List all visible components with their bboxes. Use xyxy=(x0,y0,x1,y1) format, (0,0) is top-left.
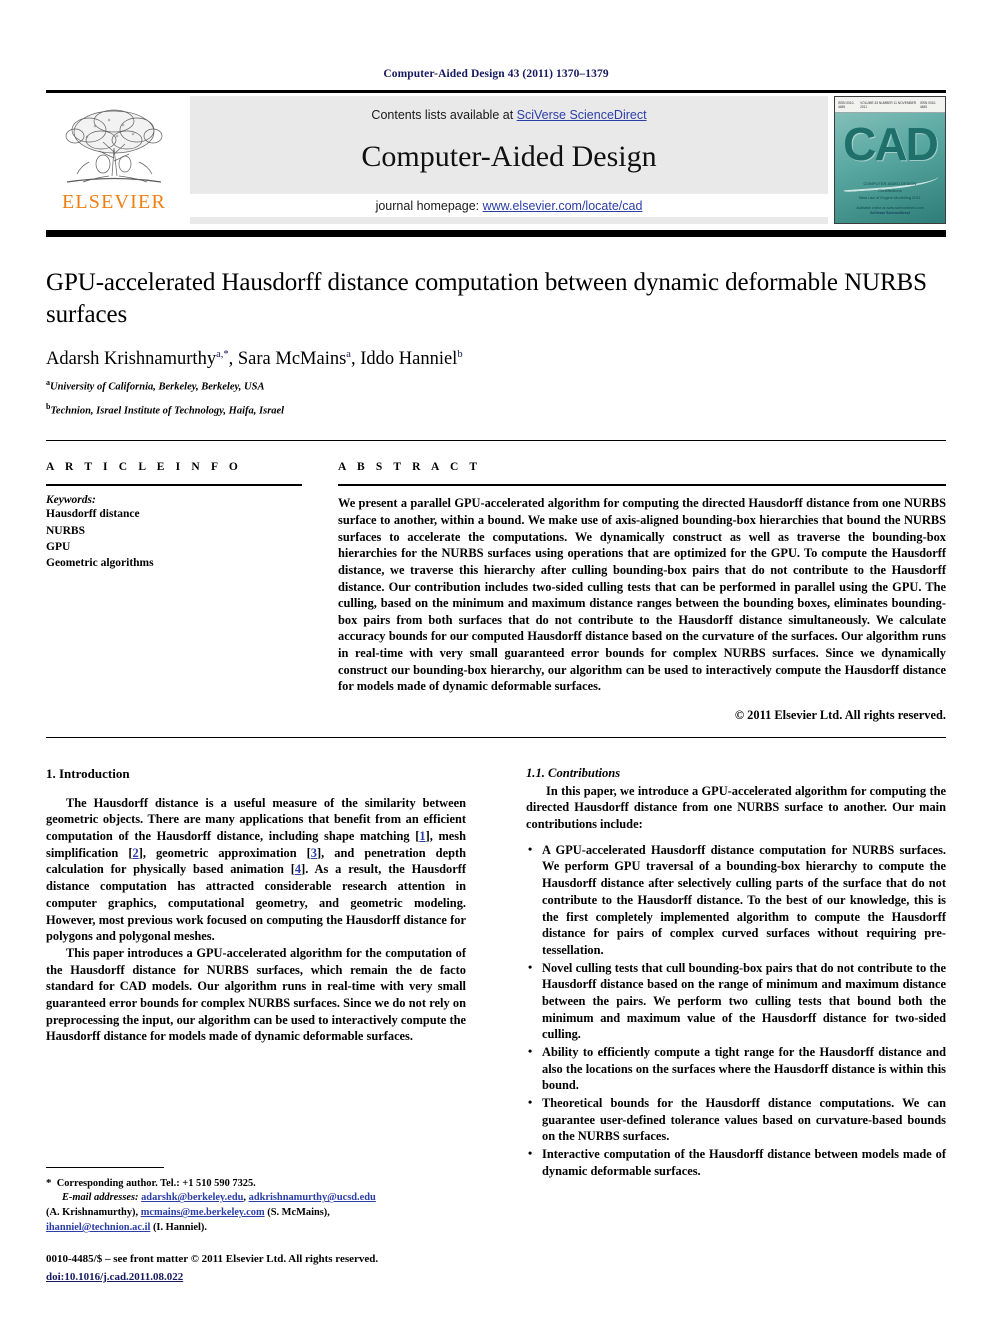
cover-footer-block: Available online at www.sciencedirect.co… xyxy=(835,206,945,218)
abstract-heading: A B S T R A C T xyxy=(338,461,482,474)
article-info-column: A R T I C L E I N F O Keywords: Hausdorf… xyxy=(46,461,302,722)
email-link-adkrishnamurthy[interactable]: adkrishnamurthy@ucsd.edu xyxy=(249,1192,376,1203)
body-columns: 1. Introduction The Hausdorff distance i… xyxy=(46,766,946,1180)
affiliation-text: Technion, Israel Institute of Technology… xyxy=(50,405,285,417)
author-name: Adarsh Krishnamurthy xyxy=(46,349,217,369)
list-item: A GPU-accelerated Hausdorff distance com… xyxy=(528,841,946,959)
footnote-star-mark: * xyxy=(46,1176,52,1189)
journal-masthead: ELSEVIER Contents lists available at Sci… xyxy=(46,96,946,224)
contents-prefix: Contents lists available at xyxy=(371,107,517,122)
elsevier-tree-icon xyxy=(65,109,163,183)
issn-footer-block: 0010-4485/$ – see front matter © 2011 El… xyxy=(46,1252,466,1285)
abstract-copyright: © 2011 Elsevier Ltd. All rights reserved… xyxy=(734,707,946,722)
section-heading-introduction: 1. Introduction xyxy=(46,765,130,781)
author-separator: , xyxy=(350,349,361,369)
abstract-text: We present a parallel GPU-accelerated al… xyxy=(338,496,946,694)
cover-cad-lettering: CAD xyxy=(843,118,939,170)
abstract-bottom-rule xyxy=(46,736,946,738)
cover-top-left: ISSN 0010-4485 xyxy=(838,100,855,109)
elsevier-logo: ELSEVIER xyxy=(46,96,182,224)
author-separator: , xyxy=(228,349,238,369)
issn-copyright-line: 0010-4485/$ – see front matter © 2011 El… xyxy=(46,1252,379,1265)
abstract-column: A B S T R A C T We present a parallel GP… xyxy=(338,461,946,722)
journal-homepage-link[interactable]: www.elsevier.com/locate/cad xyxy=(483,199,643,213)
cover-subtitle-block: COMPUTER-AIDED DESIGN Contributions Best… xyxy=(835,181,945,201)
paper-title: GPU-accelerated Hausdorff distance compu… xyxy=(46,269,927,328)
info-abstract-section: A R T I C L E I N F O Keywords: Hausdorf… xyxy=(46,461,946,722)
list-item: Theoretical bounds for the Hausdorff dis… xyxy=(528,1094,946,1145)
body-column-left: 1. Introduction The Hausdorff distance i… xyxy=(46,766,466,1180)
contents-available-line: Contents lists available at SciVerse Sci… xyxy=(371,108,646,122)
sciencedirect-link[interactable]: SciVerse ScienceDirect xyxy=(517,108,647,122)
email-link-mcmains[interactable]: mcmains@me.berkeley.com xyxy=(141,1207,265,1218)
intro-p1-part-c: ], geometric approximation [ xyxy=(138,845,311,860)
homepage-prefix: journal homepage: xyxy=(375,198,483,213)
masthead-center-panel: Contents lists available at SciVerse Sci… xyxy=(190,96,828,224)
article-info-rule xyxy=(46,484,302,487)
email-attribution-mcmains: (S. McMains), xyxy=(267,1207,330,1219)
doi-link[interactable]: doi:10.1016/j.cad.2011.08.022 xyxy=(46,1271,183,1283)
list-item: Interactive computation of the Hausdorff… xyxy=(528,1145,946,1179)
email-attrib-line-2: ihanniel@technion.ac.il (I. Hanniel). xyxy=(46,1221,466,1236)
author-affil-mark: b xyxy=(457,348,463,360)
running-head: Computer-Aided Design 43 (2011) 1370–137… xyxy=(383,68,609,80)
contributions-list: A GPU-accelerated Hausdorff distance com… xyxy=(526,841,946,1179)
author-name: Sara McMains xyxy=(237,349,347,369)
author-list: Adarsh Krishnamurthya,*, Sara McMainsa, … xyxy=(46,347,946,371)
cover-top-right: ISSN 0010-4485 xyxy=(919,100,937,109)
abstract-rule xyxy=(338,484,946,487)
cover-foot-line-2: SciVerse ScienceDirect xyxy=(870,211,910,216)
email-attrib-line-1: (A. Krishnamurthy), mcmains@me.berkeley.… xyxy=(46,1206,466,1221)
journal-cover-thumbnail: ISSN 0010-4485 VOLUME 43 NUMBER 11 NOVEM… xyxy=(834,96,946,224)
affiliation: bTechnion, Israel Institute of Technolog… xyxy=(46,401,946,419)
corresponding-author-note: * Corresponding author. Tel.: +1 510 590… xyxy=(46,1176,466,1192)
affiliation-text: University of California, Berkeley, Berk… xyxy=(50,381,265,393)
email-addresses-note: E-mail addresses: adarshk@berkeley.edu, … xyxy=(46,1191,466,1206)
email-attribution-krishnamurthy: (A. Krishnamurthy), xyxy=(46,1207,139,1219)
masthead-top-rule xyxy=(46,90,946,93)
journal-title: Computer-Aided Design xyxy=(361,139,657,173)
keyword-item: Hausdorff distance xyxy=(46,508,140,521)
email-attribution-hanniel: (I. Hanniel). xyxy=(152,1221,207,1233)
intro-p1-part-a: The Hausdorff distance is a useful measu… xyxy=(46,795,466,844)
email-addresses-label: E-mail addresses: xyxy=(62,1192,139,1204)
footnote-rule xyxy=(46,1166,164,1168)
cover-top-center: VOLUME 43 NUMBER 11 NOVEMBER 2011 xyxy=(860,100,917,109)
list-item: Novel culling tests that cull bounding-b… xyxy=(528,959,946,1043)
intro-paragraph-2: This paper introduces a GPU-accelerated … xyxy=(46,945,466,1044)
elsevier-wordmark: ELSEVIER xyxy=(61,191,167,213)
article-info-heading: A R T I C L E I N F O xyxy=(46,461,242,474)
footnote-area: * Corresponding author. Tel.: +1 510 590… xyxy=(46,1166,466,1285)
cover-sub-line-2: Contributions xyxy=(878,187,902,193)
intro-paragraph-1: The Hausdorff distance is a useful measu… xyxy=(46,795,466,945)
subsection-heading-contributions: 1.1. Contributions xyxy=(526,765,621,780)
body-column-right: 1.1. Contributions In this paper, we int… xyxy=(526,766,946,1180)
cover-sub-line-3: Best use of Engine Modelling 2011 xyxy=(859,194,921,200)
email-link-adarshk[interactable]: adarshk@berkeley.edu xyxy=(141,1192,243,1203)
keyword-item: GPU xyxy=(46,541,71,554)
corresponding-author-text: Corresponding author. Tel.: +1 510 590 7… xyxy=(56,1177,256,1189)
list-item: Ability to efficiently compute a tight r… xyxy=(528,1043,946,1094)
info-section-top-rule xyxy=(46,440,946,442)
masthead-bottom-rule xyxy=(46,230,946,237)
affiliation: aUniversity of California, Berkeley, Ber… xyxy=(46,377,946,395)
cover-sub-line-1: COMPUTER-AIDED DESIGN xyxy=(863,181,917,186)
title-block: GPU-accelerated Hausdorff distance compu… xyxy=(46,267,946,418)
article-page: Computer-Aided Design 43 (2011) 1370–137… xyxy=(0,0,992,1323)
keyword-item: Geometric algorithms xyxy=(46,557,154,570)
keywords-label: Keywords: xyxy=(46,494,96,507)
journal-homepage-line: journal homepage: www.elsevier.com/locat… xyxy=(190,193,828,217)
contributions-intro-paragraph: In this paper, we introduce a GPU-accele… xyxy=(526,783,946,832)
author-name: Iddo Hanniel xyxy=(360,349,458,369)
email-link-ihanniel[interactable]: ihanniel@technion.ac.il xyxy=(46,1222,150,1233)
cover-top-bar: ISSN 0010-4485 VOLUME 43 NUMBER 11 NOVEM… xyxy=(835,97,945,113)
keyword-item: NURBS xyxy=(46,524,85,537)
